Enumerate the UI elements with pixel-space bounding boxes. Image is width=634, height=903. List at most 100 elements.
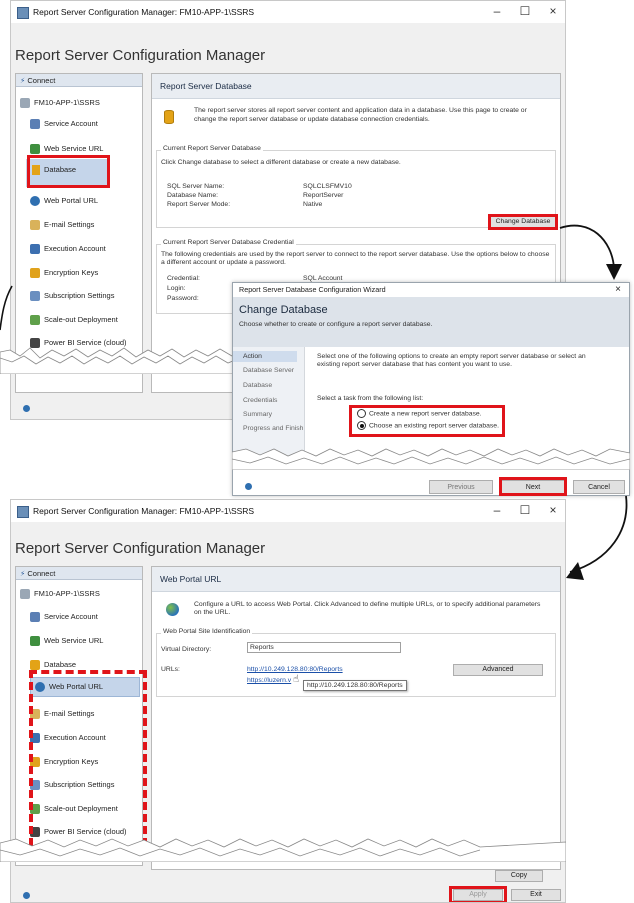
mode-label: Report Server Mode: [167,201,231,208]
connect-icon: ⚡ [20,569,26,578]
sidebar-item-service-account[interactable]: Service Account [30,119,98,130]
window-title: Report Server Configuration Manager: FM1… [33,7,255,17]
credential-hint: The following credentials are used by th… [161,251,550,266]
cancel-button[interactable]: Cancel [573,480,625,494]
globe-icon [30,196,40,207]
connect-button[interactable]: ⚡ Connect [16,567,142,580]
service-account-icon [30,119,40,130]
exit-button[interactable]: Exit [511,889,561,901]
step-credentials: Credentials [243,397,278,404]
connect-button[interactable]: ⚡ Connect [16,74,142,87]
globe-large-icon [166,603,179,616]
vdir-input[interactable]: Reports [247,642,401,653]
login-label: Login: [167,285,186,292]
server-icon [20,589,30,600]
wizard-description: Select one of the following options to c… [317,353,586,368]
sidebar-item-label: Execution Account [44,244,106,253]
server-node[interactable]: FM10-APP-1\SSRS [20,98,100,109]
copy-button[interactable]: Copy [495,870,543,882]
scale-out-icon [30,315,40,326]
options-highlight [349,405,505,437]
intro-text: The report server stores all report serv… [194,107,527,123]
sidebar-item-service-account[interactable]: Service Account [30,612,98,623]
wizard-header: Change Database Choose whether to create… [233,297,629,347]
sidebar-item-web-service-url[interactable]: Web Service URL [30,636,104,647]
sidebar-item-scale-out-deployment[interactable]: Scale-out Deployment [30,315,118,326]
sidebar-item-execution-account[interactable]: Execution Account [30,244,106,255]
sidebar-item-database[interactable]: Database [30,660,77,671]
sidebar-item-label: Web Service URL [44,636,104,645]
sidebar-item-label: Web Portal URL [44,196,99,205]
email-icon [30,220,40,231]
help-icon[interactable] [245,483,252,490]
url-link-https[interactable]: https://luzern.v [247,677,291,684]
arrow-to-wizard-head [606,264,622,280]
server-label: FM10-APP-1\SSRS [34,589,100,598]
web-service-icon [30,636,40,647]
sidebar-item-label: Service Account [44,612,98,621]
site-id-group: Web Portal Site Identification Virtual D… [156,628,556,697]
help-icon[interactable] [23,892,30,899]
minimize-button[interactable]: – [486,1,508,23]
credential-title: Current Report Server Database Credentia… [161,239,296,246]
db-name-value: ReportServer [303,192,344,199]
sidebar-item-label: Web Service URL [44,144,104,153]
cursor-hand-icon: ☝ [293,674,300,685]
maximize-button[interactable]: ☐ [514,500,536,522]
panel-title: Web Portal URL [152,567,560,592]
minimize-button[interactable]: – [486,500,508,522]
maximize-button[interactable]: ☐ [514,1,536,23]
sidebar-item-label: E-mail Settings [44,220,95,229]
server-icon [20,98,30,109]
panel-title: Report Server Database [152,74,560,99]
sidebar-item-encryption-keys[interactable]: Encryption Keys [30,268,99,279]
top-titlebar: Report Server Configuration Manager: FM1… [11,1,565,23]
arrow-to-wizard [559,224,615,269]
sidebar-item-email-settings[interactable]: E-mail Settings [30,220,95,231]
sidebar-item-subscription-settings[interactable]: Subscription Settings [30,291,114,302]
task-prompt: Select a task from the following list: [317,395,424,402]
current-db-title: Current Report Server Database [161,145,263,152]
app-icon [17,505,29,518]
credential-label: Credential: [167,275,200,282]
sidebar-item-label: Database [44,660,77,669]
help-icon[interactable] [23,405,30,412]
sql-server-label: SQL Server Name: [167,183,225,190]
password-label: Password: [167,295,199,302]
sql-server-value: SQLCLSFMV10 [303,183,352,190]
wizard-subheading: Choose whether to create or configure a … [239,321,433,328]
sidebar-item-label: Encryption Keys [44,268,99,277]
sidebar-item-label: Service Account [44,119,98,128]
close-button[interactable]: × [542,500,564,522]
change-database-button[interactable]: Change Database [488,214,558,230]
previous-button[interactable]: Previous [429,480,493,494]
database-cylinder-icon [164,110,174,124]
close-button[interactable]: × [542,1,564,23]
sidebar-item-web-service-url[interactable]: Web Service URL [30,144,104,155]
service-account-icon [30,612,40,623]
connect-label: Connect [27,76,56,85]
urls-label: URLs: [161,666,180,673]
subscription-icon [30,291,40,302]
next-highlight [499,477,567,496]
vdir-label: Virtual Directory: [161,646,212,653]
step-summary: Summary [243,411,273,418]
wizard-close-button[interactable]: × [615,283,621,297]
torn-edge-top [0,347,240,374]
intro-text: Configure a URL to access Web Portal. Cl… [194,601,541,616]
wizard-heading: Change Database [239,304,328,316]
change-database-label: Change Database [495,218,551,225]
credential-value: SQL Account [303,275,343,282]
server-node[interactable]: FM10-APP-1\SSRS [20,589,100,600]
torn-edge-wizard [232,448,630,470]
step-progress: Progress and Finish [243,425,304,432]
step-database: Database [243,382,273,389]
url-link-http[interactable]: http://10.249.128.80:80/Reports [247,666,343,673]
arrow-to-bottom [569,495,628,573]
advanced-button[interactable]: Advanced [453,664,543,676]
step-action: Action [233,351,297,362]
current-db-hint: Click Change database to select a differ… [161,159,401,166]
sidebar-item-label: Scale-out Deployment [44,315,118,324]
sidebar-item-web-portal-url[interactable]: Web Portal URL [30,196,99,207]
database-icon [30,660,40,671]
